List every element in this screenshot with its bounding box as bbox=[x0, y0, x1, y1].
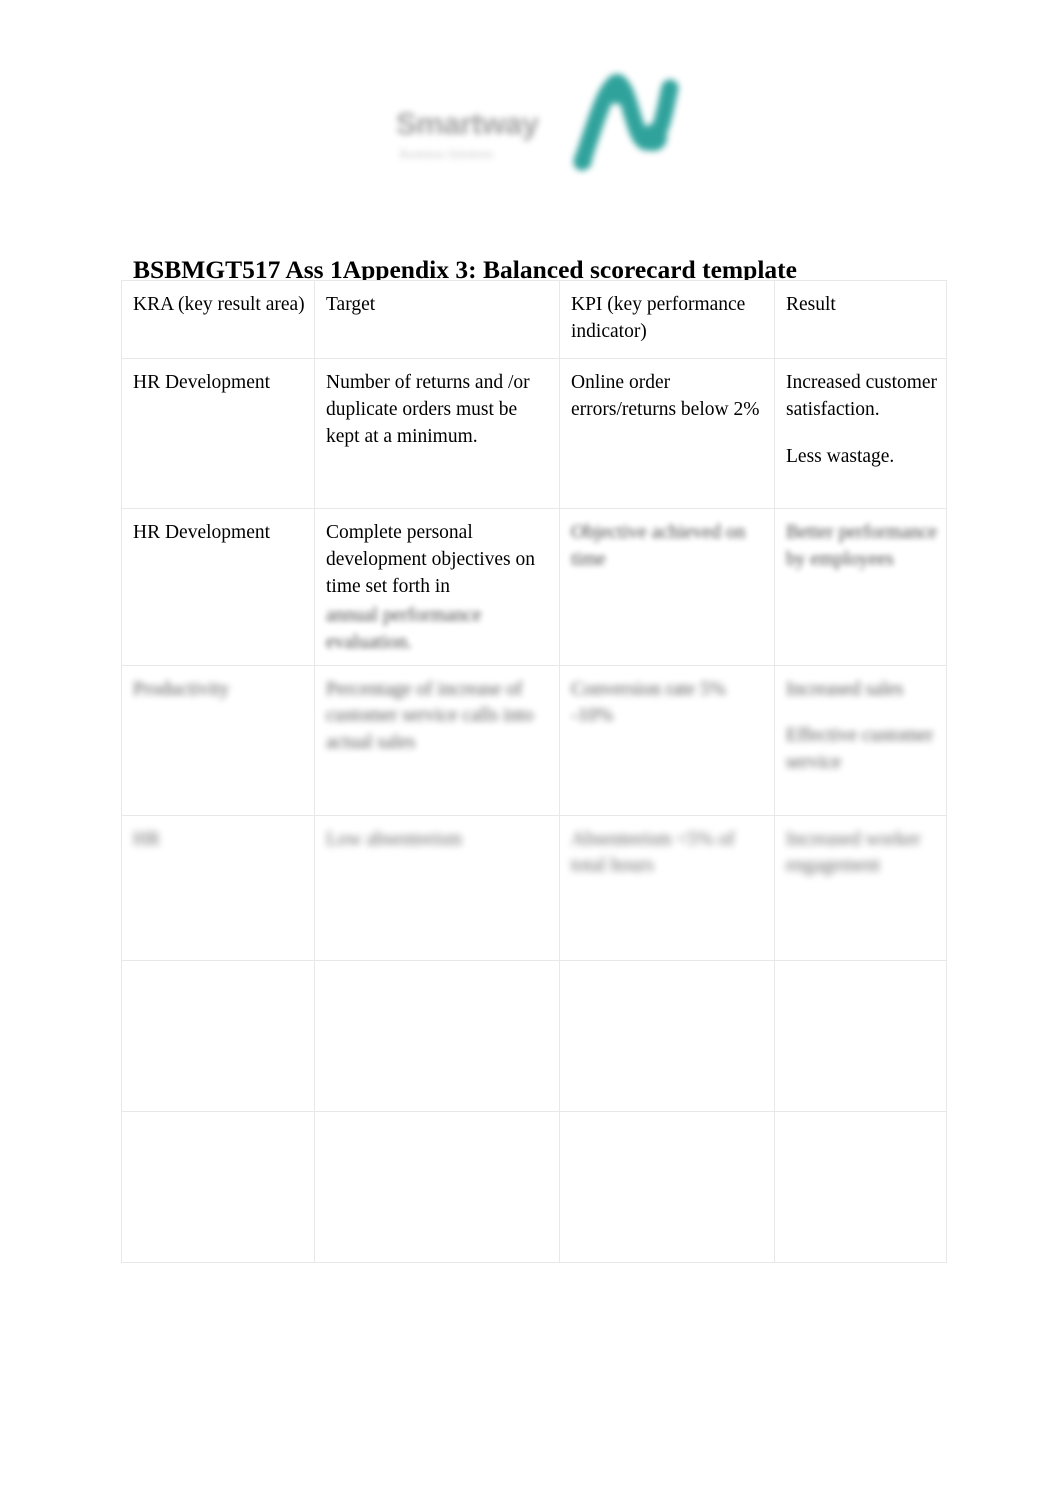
cell-result[interactable]: Increased worker engagement bbox=[774, 814, 947, 961]
cell-kpi[interactable]: Conversion rate 5% -10% bbox=[559, 664, 775, 816]
column-header-kpi-label: KPI (key performance indicator) bbox=[571, 294, 746, 342]
cell-result-text: Increased worker engagement bbox=[786, 828, 921, 877]
cell-target-text: Percentage of increase of customer servi… bbox=[326, 678, 534, 754]
cell-kpi-text: Online order errors/returns below 2% bbox=[571, 372, 760, 420]
table-row[interactable]: HR Development Complete personal develop… bbox=[121, 508, 947, 666]
cell-target[interactable]: Complete personal development objectives… bbox=[314, 508, 560, 666]
cell-kpi[interactable]: Objective achieved on time bbox=[559, 508, 775, 666]
cell-result[interactable]: Better performance by employees bbox=[774, 508, 947, 666]
cell-result[interactable] bbox=[774, 1110, 947, 1263]
cell-result-text: Better performance by employees bbox=[786, 522, 938, 570]
cell-kpi[interactable] bbox=[559, 959, 775, 1112]
cell-kra[interactable]: Productivity bbox=[121, 664, 315, 816]
logo-dot-mid bbox=[640, 124, 667, 151]
column-header-kpi: KPI (key performance indicator) bbox=[559, 280, 775, 359]
table-header-row: KRA (key result area) Target KPI (key pe… bbox=[121, 280, 947, 359]
cell-target-text: Low absenteeism bbox=[326, 828, 462, 850]
table-row[interactable]: HR Low absenteeism Absenteeism <5% of to… bbox=[121, 814, 947, 961]
document-page: Smartway Business Solutions BSBMGT517 As… bbox=[0, 0, 1062, 1506]
cell-result[interactable] bbox=[774, 959, 947, 1112]
company-logo: Smartway Business Solutions bbox=[374, 52, 690, 209]
logo-dot-lower bbox=[574, 150, 592, 170]
cell-kpi[interactable]: Absenteeism <5% of total hours bbox=[559, 814, 775, 961]
cell-target[interactable]: Number of returns and /or duplicate orde… bbox=[314, 358, 560, 509]
table-row[interactable]: HR Development Number of returns and /or… bbox=[121, 358, 947, 509]
cell-target-text-continued: annual performance evaluation. bbox=[326, 604, 482, 653]
cell-target[interactable]: Low absenteeism bbox=[314, 814, 560, 961]
cell-result-text-primary: Increased sales bbox=[786, 678, 904, 700]
cell-result-text-secondary: Effective customer service bbox=[786, 725, 934, 774]
cell-target-text: Number of returns and /or duplicate orde… bbox=[326, 372, 530, 447]
cell-kra[interactable]: HR bbox=[121, 814, 315, 961]
cell-kpi[interactable] bbox=[559, 1110, 775, 1263]
cell-kpi-text: Objective achieved on time bbox=[571, 522, 746, 570]
cell-target[interactable] bbox=[314, 1110, 560, 1263]
column-header-target-label: Target bbox=[326, 294, 376, 315]
cell-result-text-primary: Increased customer satisfaction. bbox=[786, 372, 938, 420]
cell-kra-text: HR Development bbox=[133, 372, 271, 393]
cell-kra-text: HR Development bbox=[133, 522, 271, 543]
cell-kra-text: Productivity bbox=[133, 678, 230, 700]
cell-result-text-secondary: Less wastage. bbox=[786, 445, 895, 467]
cell-kra[interactable] bbox=[121, 959, 315, 1112]
table-row[interactable] bbox=[121, 1110, 947, 1263]
teal-wave-checkmark-icon bbox=[524, 58, 684, 183]
cell-kpi[interactable]: Online order errors/returns below 2% bbox=[559, 358, 775, 509]
cell-kra[interactable] bbox=[121, 1110, 315, 1263]
column-header-result-label: Result bbox=[786, 294, 836, 315]
cell-result[interactable]: Increased sales Effective customer servi… bbox=[774, 664, 947, 816]
cell-target[interactable]: Percentage of increase of customer servi… bbox=[314, 664, 560, 816]
cell-kra-text: HR bbox=[133, 828, 161, 850]
cell-target-text: Complete personal development objectives… bbox=[326, 522, 536, 597]
balanced-scorecard-table: KRA (key result area) Target KPI (key pe… bbox=[121, 280, 947, 1263]
cell-kpi-text: Absenteeism <5% of total hours bbox=[571, 828, 735, 877]
cell-kra[interactable]: HR Development bbox=[121, 508, 315, 666]
column-header-kra-label: KRA (key result area) bbox=[133, 294, 305, 315]
table-row[interactable] bbox=[121, 959, 947, 1112]
logo-dot-upper bbox=[604, 74, 630, 104]
cell-kpi-text: Conversion rate 5% -10% bbox=[571, 678, 726, 727]
column-header-result: Result bbox=[774, 280, 947, 359]
column-header-kra: KRA (key result area) bbox=[121, 280, 315, 359]
column-header-target: Target bbox=[314, 280, 560, 359]
table-row[interactable]: Productivity Percentage of increase of c… bbox=[121, 664, 947, 816]
cell-target[interactable] bbox=[314, 959, 560, 1112]
cell-result[interactable]: Increased customer satisfaction. Less wa… bbox=[774, 358, 947, 509]
cell-kra[interactable]: HR Development bbox=[121, 358, 315, 509]
